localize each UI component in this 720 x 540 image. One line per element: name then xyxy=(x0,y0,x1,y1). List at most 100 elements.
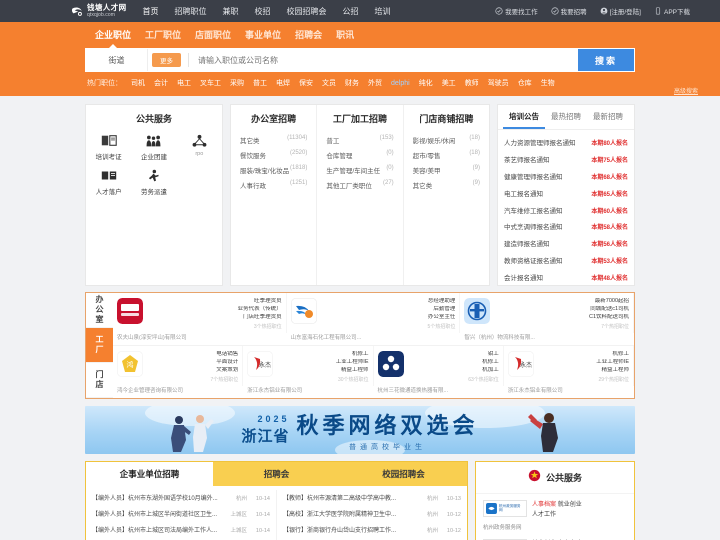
category-item[interactable]: 其它类 (9) xyxy=(413,177,480,192)
nav-item-parttime[interactable]: 兼职 xyxy=(223,6,239,17)
search-input[interactable] xyxy=(196,49,578,71)
hot-keyword[interactable]: 保安 xyxy=(299,78,313,88)
hot-keyword[interactable]: 仓库 xyxy=(518,78,532,88)
nav-item-jobs[interactable]: 招聘职位 xyxy=(175,6,207,17)
public-service-2-item[interactable]: 杭州政务服务网 人事档案 就业创业 人才工作 xyxy=(476,494,634,523)
advanced-search-link[interactable]: 高级搜索 xyxy=(674,86,698,95)
search-tab-institution[interactable]: 事业单位 xyxy=(245,28,281,41)
public-service-title: 公共服务 xyxy=(135,114,172,124)
public-service-item-dispatch[interactable]: 劳务派遣 xyxy=(131,168,176,196)
notice-row[interactable]: 建造师报名通知 本期56人报名 xyxy=(504,235,628,252)
nav-item-home[interactable]: 首页 xyxy=(143,6,159,17)
public-service-item-settlement[interactable]: 人才落户 xyxy=(86,168,131,196)
city-selector[interactable]: 街道 xyxy=(86,49,148,71)
category-item[interactable]: 普工 (153) xyxy=(326,132,393,147)
hot-keyword[interactable]: 司机 xyxy=(131,78,145,88)
login-register-button[interactable]: [注册/登陆] xyxy=(600,6,641,16)
public-service-item-training[interactable]: 培训考证 xyxy=(86,133,131,161)
company-card[interactable]: 永杰 机修工 工业工程师IE 精益工程师 29个热招职位 xyxy=(504,345,634,386)
list-item[interactable]: 【编外人员】杭州市上城区司法局编外工作人... 上城区 10-14 xyxy=(92,521,270,537)
hot-keyword[interactable]: 采购 xyxy=(230,78,244,88)
hot-keyword[interactable]: 财务 xyxy=(345,78,359,88)
search-tab-enterprise[interactable]: 企业职位 xyxy=(95,28,131,41)
notice-row[interactable]: 电工报名通知 本期65人报名 xyxy=(504,184,628,201)
search-tab-news[interactable]: 职讯 xyxy=(336,28,354,41)
hot-keyword[interactable]: 美工 xyxy=(442,78,456,88)
search-button[interactable]: 搜索 xyxy=(578,49,634,71)
list-item-text: 【编外人员】杭州市上城区司法局编外工作人... xyxy=(92,527,218,534)
category-item[interactable]: 超市/零售 (18) xyxy=(413,147,480,162)
list-item[interactable]: 【教师】杭州市源清第二高级中学高中教... 杭州 10-13 xyxy=(283,490,461,506)
notice-row[interactable]: 人力资源管理师报名通知 本期80人报名 xyxy=(504,134,628,151)
svg-text:永杰: 永杰 xyxy=(520,361,532,369)
hot-keyword[interactable]: 普工 xyxy=(253,78,267,88)
hot-keyword[interactable]: 电焊 xyxy=(276,78,290,88)
company-card[interactable]: 钳工 机修工 机加工 63个热招职位 xyxy=(374,345,504,386)
search-tab-jobfair[interactable]: 招聘会 xyxy=(295,28,322,41)
category-item[interactable]: 生产管理/车间主任 (0) xyxy=(326,162,393,177)
list-item-text: 【银行】浙商银行舟山岱山支行招聘工作... xyxy=(283,527,397,534)
hot-keyword[interactable]: 电工 xyxy=(177,78,191,88)
list-tab-campus-fair[interactable]: 校园招聘会 xyxy=(340,462,467,486)
service-tag[interactable]: 人事档案 xyxy=(532,502,556,508)
showcase-tab-factory[interactable]: 工厂 xyxy=(86,327,113,363)
nav-item-campus-fair[interactable]: 校园招聘会 xyxy=(287,6,327,17)
company-name: 山东富海石化工程有限公司... xyxy=(290,334,362,341)
nav-item-training[interactable]: 培训 xyxy=(375,6,391,17)
category-item[interactable]: 餐饮服务 (2520) xyxy=(240,147,307,162)
list-item[interactable]: 【编外人员】杭州市上城区半闲街道社区卫生... 上城区 10-14 xyxy=(92,506,270,522)
public-service-2-item[interactable]: 杭州人力资源和社会保障局 就业创业 人事人才 社会保障 xyxy=(476,533,634,540)
hot-keyword[interactable]: 会计 xyxy=(154,78,168,88)
company-card[interactable]: 永杰 机修工 工业工程师IE 精益工程师 30个热招职位 xyxy=(243,345,374,386)
hot-keyword[interactable]: 驾驶员 xyxy=(488,78,509,88)
nav-item-campus[interactable]: 校招 xyxy=(255,6,271,17)
notice-row[interactable]: 汽车维修工报名通知 本期60人报名 xyxy=(504,201,628,218)
showcase-tab-office[interactable]: 办公室 xyxy=(86,293,113,328)
notice-row[interactable]: 教师资格证报名通知 本期53人报名 xyxy=(504,251,628,268)
list-tab-jobfair[interactable]: 招聘会 xyxy=(213,462,340,486)
hot-keyword[interactable]: 纯化 xyxy=(419,78,433,88)
search-tab-factory[interactable]: 工厂职位 xyxy=(145,28,181,41)
public-service-item-teambuilding[interactable]: 企业团建 xyxy=(131,133,176,161)
category-item[interactable]: 其它类 (11304) xyxy=(240,132,307,147)
notice-row[interactable]: 会计报名通知 本期48人报名 xyxy=(504,268,628,285)
post-job-button[interactable]: 我要招聘 xyxy=(550,6,587,16)
company-card[interactable]: 最新7000起招 同城配送c1司机 C1饮料配送司机 7个热招职位 xyxy=(460,293,635,333)
site-logo[interactable]: 钱塘人才网 qtxqjob.com xyxy=(70,4,127,18)
notice-row[interactable]: 健康管理师报名通知 本期68人报名 xyxy=(504,168,628,185)
category-item[interactable]: 服装/珠宝/化妆品 (1818) xyxy=(240,162,307,177)
more-filters[interactable]: 更多 xyxy=(148,49,181,71)
showcase-tab-store[interactable]: 门店 xyxy=(86,363,113,398)
notices-tab-newest[interactable]: 最新招聘 xyxy=(587,111,629,129)
promo-banner[interactable]: 2025 浙江省 秋季网络双选会 普通高校毕业生 xyxy=(85,405,635,454)
notices-tab-training[interactable]: 培训公告 xyxy=(503,111,545,129)
category-item[interactable]: 美容/美甲 (9) xyxy=(413,162,480,177)
public-service-item-rpo[interactable]: rpo xyxy=(177,133,222,161)
service-tag[interactable]: 人才工作 xyxy=(532,512,556,518)
notice-row[interactable]: 茶艺师报名通知 本期75人报名 xyxy=(504,151,628,168)
search-tab-store[interactable]: 店面职位 xyxy=(195,28,231,41)
hot-keyword[interactable]: 教师 xyxy=(465,78,479,88)
hot-keyword[interactable]: 叉车工 xyxy=(200,78,221,88)
category-item[interactable]: 仓库管理 (0) xyxy=(326,147,393,162)
hot-keyword[interactable]: 生物 xyxy=(541,78,555,88)
list-tab-enterprise[interactable]: 企事业单位招聘 xyxy=(86,461,213,486)
category-item[interactable]: 影视/娱乐/休闲 (18) xyxy=(413,132,480,147)
nav-item-public[interactable]: 公招 xyxy=(343,6,359,17)
category-item[interactable]: 人事行政 (1251) xyxy=(240,177,307,192)
company-card[interactable]: 旺季理货员 业务代表（传统） 门店旺季理货员 3个热招职位 xyxy=(113,293,287,333)
list-item[interactable]: 【编外人员】杭州市东湖外国语学校10月编外... 杭州 10-14 xyxy=(92,490,270,506)
service-tag[interactable]: 就业创业 xyxy=(558,502,582,508)
category-item[interactable]: 其他工厂类职位 (27) xyxy=(326,177,393,192)
list-item[interactable]: 【高校】浙江大学医学院附属精神卫生中... 杭州 10-12 xyxy=(283,506,461,522)
hot-keyword[interactable]: 文员 xyxy=(322,78,336,88)
notice-row[interactable]: 中式烹调师报名通知 本期58人报名 xyxy=(504,218,628,235)
find-job-button[interactable]: 我要找工作 xyxy=(495,6,538,16)
notices-tab-hottest[interactable]: 最热招聘 xyxy=(545,111,587,129)
hot-keyword[interactable]: delphi xyxy=(391,80,410,87)
company-card[interactable]: 总经理助理 后勤管理 办公室主任 5个热招职位 xyxy=(287,293,461,333)
hot-keyword[interactable]: 外贸 xyxy=(368,78,382,88)
app-download-button[interactable]: APP下载 xyxy=(654,6,690,16)
list-item[interactable]: 【银行】浙商银行舟山岱山支行招聘工作... 杭州 10-12 xyxy=(283,521,461,537)
company-card[interactable]: 鸿 电话销售 平面设计 文案策划 7个热招职位 xyxy=(113,345,244,386)
